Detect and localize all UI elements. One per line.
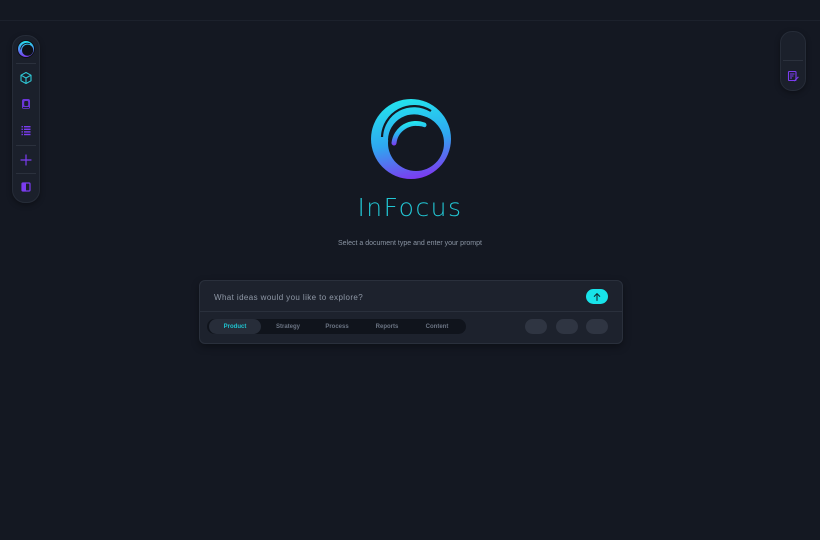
tab-process[interactable]: Process [313, 319, 361, 334]
book-icon [22, 99, 30, 109]
edit-document-button[interactable] [781, 65, 805, 87]
models-button[interactable] [13, 66, 39, 90]
rail-separator [16, 173, 36, 174]
option-pill[interactable] [556, 319, 578, 334]
plus-icon [20, 154, 32, 166]
library-button[interactable] [13, 92, 39, 116]
left-toolbar [12, 35, 40, 203]
logo-icon [17, 40, 35, 58]
arrow-up-icon [593, 292, 601, 301]
tab-strategy[interactable]: Strategy [263, 319, 313, 334]
app-logo-button[interactable] [13, 37, 39, 61]
tab-product[interactable]: Product [209, 319, 261, 334]
card-divider [200, 311, 622, 312]
edit-document-icon [787, 70, 799, 82]
brand-title: InFocus [357, 193, 463, 222]
rail-separator [16, 63, 36, 64]
prompt-input[interactable] [214, 288, 574, 306]
list-button[interactable] [13, 118, 39, 142]
send-button[interactable] [586, 289, 608, 304]
brand-logo-icon [371, 99, 451, 179]
rail-separator [16, 145, 36, 146]
right-toolbar [780, 31, 806, 91]
brand-subtitle: Select a document type and enter your pr… [338, 240, 482, 247]
sidebar-panel-icon [21, 182, 31, 192]
tab-content[interactable]: Content [413, 319, 461, 334]
top-divider [0, 20, 820, 21]
option-pill[interactable] [586, 319, 608, 334]
document-type-tabs: Product Strategy Process Reports Content [207, 319, 466, 334]
tab-reports[interactable]: Reports [363, 319, 411, 334]
prompt-card: Product Strategy Process Reports Content [199, 280, 623, 344]
list-icon [21, 126, 31, 136]
cube-icon [20, 71, 32, 85]
rail-separator [783, 60, 803, 61]
option-pill[interactable] [525, 319, 547, 334]
new-document-button[interactable] [13, 148, 39, 172]
